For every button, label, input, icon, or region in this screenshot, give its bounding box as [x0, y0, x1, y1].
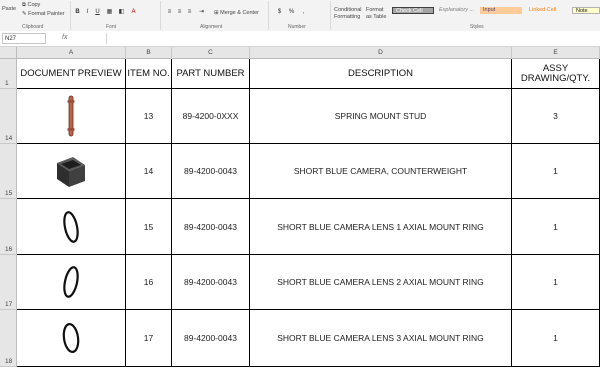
description-cell[interactable]: SHORT BLUE CAMERA LENS 1 AXIAL MOUNT RIN…: [250, 199, 512, 255]
ribbon-separator: [70, 1, 71, 30]
font-color-icon[interactable]: A: [130, 9, 137, 16]
header-cell-document-preview[interactable]: DOCUMENT PREVIEW: [17, 59, 126, 89]
quantity-cell[interactable]: 1: [512, 144, 600, 199]
part-number-cell[interactable]: 89-4200-0043: [172, 255, 250, 310]
comma-icon[interactable]: ,: [300, 9, 307, 16]
style-linked-cell[interactable]: Linked Cell: [526, 7, 568, 14]
formula-bar: N27 fx: [0, 31, 600, 47]
preview-cell[interactable]: [17, 310, 126, 367]
part-number-cell[interactable]: 89-4200-0043: [172, 310, 250, 367]
alignment-group-label: Alignment: [200, 24, 223, 30]
name-box[interactable]: N27: [2, 33, 46, 44]
quantity-cell[interactable]: 1: [512, 255, 600, 310]
quantity-cell[interactable]: 3: [512, 89, 600, 144]
row-header[interactable]: 1: [0, 59, 17, 89]
paste-button[interactable]: Paste: [2, 6, 16, 12]
preview-cell[interactable]: [17, 255, 126, 310]
percent-button[interactable]: %: [288, 9, 295, 16]
column-header-c[interactable]: C: [172, 47, 250, 59]
part-number-cell[interactable]: 89-4200-0043: [172, 199, 250, 255]
column-header-b[interactable]: B: [126, 47, 172, 59]
row-header[interactable]: 17: [0, 255, 17, 310]
style-check-cell[interactable]: Check Cell: [392, 7, 434, 14]
column-header-d[interactable]: D: [250, 47, 512, 59]
item-number-cell[interactable]: 17: [126, 310, 172, 367]
row-header[interactable]: 18: [0, 310, 17, 367]
clipboard-group-label: Clipboard: [22, 24, 44, 30]
axial-mount-ring-icon: [62, 323, 80, 353]
borders-icon[interactable]: ▦: [106, 9, 113, 16]
preview-cell[interactable]: [17, 89, 126, 144]
item-number-cell[interactable]: 13: [126, 89, 172, 144]
item-number-cell[interactable]: 15: [126, 199, 172, 255]
ribbon-separator: [268, 1, 269, 30]
part-number-cell[interactable]: 89-4200-0XXX: [172, 89, 250, 144]
copy-label: Copy: [27, 2, 41, 8]
format-as-table-button[interactable]: Format as Table: [366, 7, 388, 21]
fx-icon[interactable]: fx: [62, 34, 67, 41]
column-header-a[interactable]: A: [17, 47, 126, 59]
format-painter-button[interactable]: ✎ Format Painter: [22, 11, 65, 17]
bold-button[interactable]: B: [74, 9, 81, 16]
header-cell-assy-drawing-qty[interactable]: ASSY DRAWING/QTY.: [512, 59, 600, 89]
merge-label: Merge & Center: [220, 10, 259, 16]
part-number-cell[interactable]: 89-4200-0043: [172, 144, 250, 199]
font-group-label: Font: [106, 24, 117, 30]
select-all-corner[interactable]: [0, 47, 17, 59]
copy-button[interactable]: ⧉ Copy: [22, 2, 40, 9]
align-center-icon[interactable]: ≡: [176, 9, 183, 16]
merge-center-button[interactable]: ⊞ Merge & Center: [214, 10, 259, 16]
indent-icon[interactable]: ⇥: [198, 9, 205, 16]
ribbon: Paste ⧉ Copy ✎ Format Painter Clipboard …: [0, 0, 600, 32]
row-header[interactable]: 14: [0, 89, 17, 144]
description-cell[interactable]: SHORT BLUE CAMERA LENS 2 AXIAL MOUNT RIN…: [250, 255, 512, 310]
ribbon-separator: [330, 1, 331, 30]
row-header[interactable]: 15: [0, 144, 17, 199]
format-painter-label: Format Painter: [28, 11, 65, 17]
fill-color-icon[interactable]: ◧: [118, 9, 125, 16]
italic-button[interactable]: I: [84, 9, 91, 16]
ribbon-separator: [160, 1, 161, 30]
style-explanatory[interactable]: Explanatory ...: [436, 7, 478, 14]
item-number-cell[interactable]: 14: [126, 144, 172, 199]
spring-mount-stud-icon: [67, 95, 75, 137]
quantity-cell[interactable]: 1: [512, 199, 600, 255]
column-header-e[interactable]: E: [512, 47, 600, 59]
header-cell-description[interactable]: DESCRIPTION: [250, 59, 512, 89]
axial-mount-ring-icon: [63, 266, 79, 298]
style-note[interactable]: Note: [572, 7, 600, 14]
conditional-formatting-button[interactable]: Conditional Formatting: [334, 7, 364, 21]
axial-mount-ring-icon: [63, 210, 79, 243]
quantity-cell[interactable]: 1: [512, 310, 600, 367]
item-number-cell[interactable]: 16: [126, 255, 172, 310]
header-cell-part-number[interactable]: PART NUMBER: [172, 59, 250, 89]
counterweight-icon: [57, 157, 85, 187]
preview-cell[interactable]: [17, 144, 126, 199]
formula-input[interactable]: [106, 33, 599, 44]
align-right-icon[interactable]: ≡: [186, 9, 193, 16]
description-cell[interactable]: SHORT BLUE CAMERA, COUNTERWEIGHT: [250, 144, 512, 199]
description-cell[interactable]: SPRING MOUNT STUD: [250, 89, 512, 144]
header-cell-item-no[interactable]: ITEM NO.: [126, 59, 172, 89]
row-header[interactable]: 16: [0, 199, 17, 255]
description-cell[interactable]: SHORT BLUE CAMERA LENS 3 AXIAL MOUNT RIN…: [250, 310, 512, 367]
style-input[interactable]: Input: [480, 7, 522, 14]
align-left-icon[interactable]: ≡: [166, 9, 173, 16]
preview-cell[interactable]: [17, 199, 126, 255]
number-group-label: Number: [288, 24, 306, 30]
underline-button[interactable]: U: [94, 9, 101, 16]
currency-button[interactable]: $: [276, 9, 283, 16]
styles-group-label: Styles: [470, 24, 484, 30]
